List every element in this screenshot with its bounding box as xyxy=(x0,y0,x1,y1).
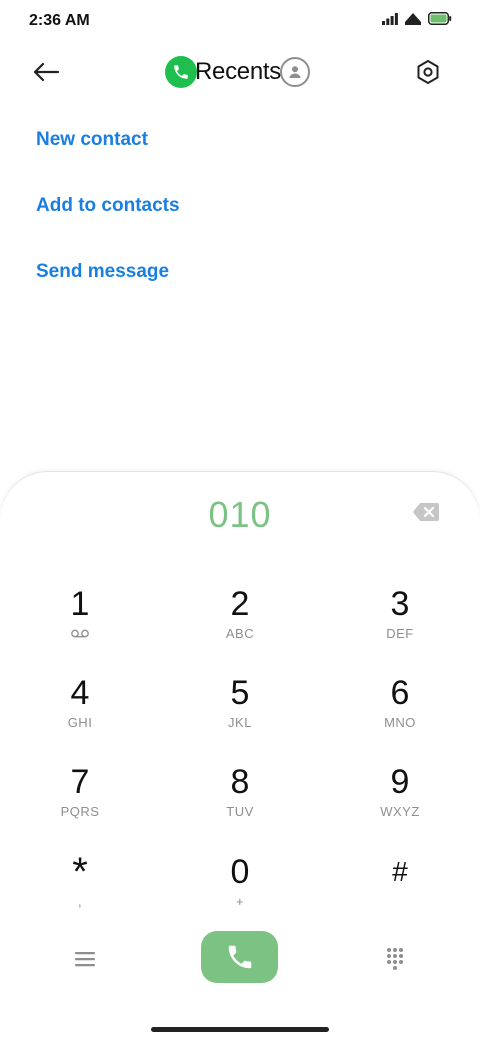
status-bar: 2:36 AM xyxy=(0,0,480,44)
key-digit: 8 xyxy=(230,763,250,801)
header: Recents xyxy=(0,44,480,100)
key-sub: DEF xyxy=(386,626,414,641)
backspace-icon xyxy=(413,503,439,521)
signal-icon xyxy=(382,12,398,25)
phone-icon xyxy=(174,65,188,79)
key-digit: 1 xyxy=(70,585,90,623)
key-3[interactable]: 3 DEF xyxy=(340,584,460,664)
key-sub: MNO xyxy=(384,715,416,730)
key-sub: , xyxy=(77,894,83,909)
key-7[interactable]: 7 PQRS xyxy=(20,762,140,842)
menu-icon xyxy=(75,952,95,967)
gear-icon xyxy=(417,60,439,84)
contact-button[interactable] xyxy=(279,57,310,87)
key-sub: TUV xyxy=(226,804,254,819)
dialpad-sheet: 010 1 2 ABC 3 DEF 4 GHI 5 JKL 6 MNO 7 PQ… xyxy=(0,472,480,1040)
key-sub: JKL xyxy=(228,715,252,730)
key-digit: 3 xyxy=(390,585,410,623)
key-digit: 0 xyxy=(230,853,250,891)
key-digit: * xyxy=(72,850,88,894)
status-icons xyxy=(382,12,452,25)
key-1[interactable]: 1 xyxy=(20,584,140,664)
home-indicator xyxy=(151,1027,329,1032)
key-9[interactable]: 9 WXYZ xyxy=(340,762,460,842)
key-sub: ABC xyxy=(225,626,255,641)
back-button[interactable] xyxy=(28,56,64,88)
title-group: Recents xyxy=(165,54,310,90)
call-button[interactable] xyxy=(201,931,278,983)
menu-button[interactable] xyxy=(70,944,100,974)
backspace-button[interactable] xyxy=(412,502,444,526)
key-6[interactable]: 6 MNO xyxy=(340,673,460,753)
page-title: Recents xyxy=(195,58,281,85)
send-message-link[interactable]: Send message xyxy=(36,261,169,283)
key-sub: WXYZ xyxy=(380,804,420,819)
key-digit: 2 xyxy=(230,585,250,623)
key-digit: 5 xyxy=(230,674,250,712)
dialpad-toggle-button[interactable] xyxy=(380,944,410,974)
dialpad-icon xyxy=(387,948,403,970)
key-sub: GHI xyxy=(67,715,93,730)
add-to-contacts-link[interactable]: Add to contacts xyxy=(36,195,180,217)
key-digit: 7 xyxy=(70,763,90,801)
dialed-number: 010 xyxy=(208,494,272,535)
key-digit: 9 xyxy=(390,763,410,801)
key-digit: 6 xyxy=(390,674,410,712)
key-2[interactable]: 2 ABC xyxy=(180,584,300,664)
cloud-icon xyxy=(405,12,421,25)
person-icon xyxy=(289,66,301,78)
voicemail-icon xyxy=(71,629,89,638)
key-sub xyxy=(20,626,140,642)
settings-button[interactable] xyxy=(410,54,446,90)
key-5[interactable]: 5 JKL xyxy=(180,673,300,753)
new-contact-link[interactable]: New contact xyxy=(36,129,148,151)
key-star[interactable]: * , xyxy=(20,852,140,932)
status-time: 2:36 AM xyxy=(29,12,90,29)
key-digit: # xyxy=(392,856,408,887)
key-digit: 4 xyxy=(70,674,90,712)
key-hash[interactable]: # xyxy=(340,852,460,932)
key-8[interactable]: 8 TUV xyxy=(180,762,300,842)
key-sub: PQRS xyxy=(60,804,100,819)
phone-icon xyxy=(228,945,251,969)
phone-badge xyxy=(165,56,197,88)
arrow-left-icon xyxy=(33,62,60,82)
key-sub: + xyxy=(235,894,245,909)
key-0[interactable]: 0 + xyxy=(180,852,300,932)
key-4[interactable]: 4 GHI xyxy=(20,673,140,753)
battery-icon xyxy=(428,12,452,25)
